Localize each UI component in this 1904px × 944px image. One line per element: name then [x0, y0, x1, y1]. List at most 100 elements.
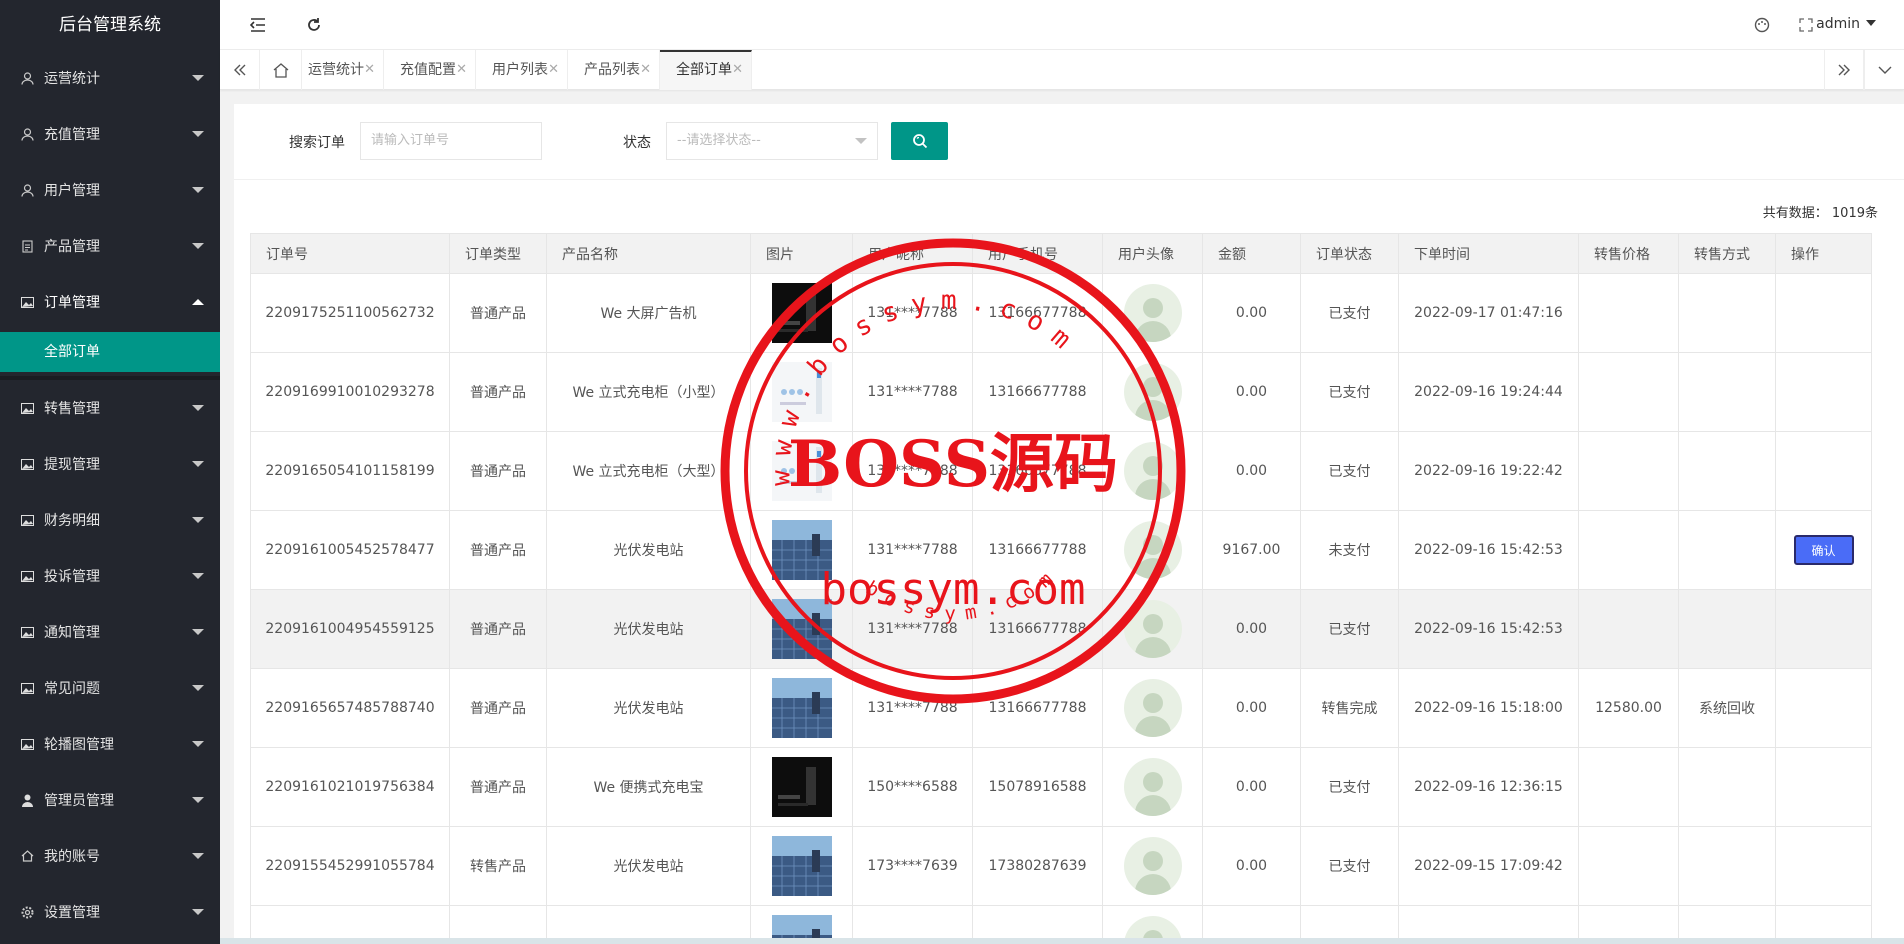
column-header: 金额 — [1202, 233, 1301, 274]
tab-1[interactable]: 充值配置 ✕ — [384, 50, 476, 90]
order-status-cell: 已支付 — [1300, 352, 1399, 432]
resale-price-cell — [1578, 747, 1679, 827]
sidebar-item-3[interactable]: 产品管理 — [0, 218, 220, 274]
user-phone-cell: 13166677788 — [972, 431, 1103, 511]
tab-4[interactable]: 全部订单 ✕ — [660, 50, 752, 90]
order-time-cell: 2022-09-15 17:09:42 — [1398, 826, 1579, 906]
chevron-down-icon — [192, 909, 204, 915]
close-icon[interactable]: ✕ — [456, 50, 467, 90]
column-header: 订单状态 — [1300, 233, 1399, 274]
order-status-cell: 未支付 — [1300, 510, 1399, 590]
sidebar-item-14[interactable]: 设置管理 — [0, 884, 220, 940]
order-id-cell: 2209169910010293278 — [250, 352, 450, 432]
person-icon — [20, 793, 34, 807]
sidebar-item-7[interactable]: 财务明细 — [0, 492, 220, 548]
theme-icon[interactable] — [1752, 15, 1772, 35]
row-action-cell — [1775, 747, 1872, 827]
sidebar-item-label: 充值管理 — [44, 127, 100, 143]
sidebar-item-11[interactable]: 轮播图管理 — [0, 716, 220, 772]
order-status-cell: 转售完成 — [1300, 668, 1399, 748]
product-name-cell: We 立式充电柜（大型） — [546, 431, 751, 511]
sidebar-item-13[interactable]: 我的账号 — [0, 828, 220, 884]
close-icon[interactable]: ✕ — [548, 50, 559, 90]
row-action-cell — [1775, 352, 1872, 432]
order-search-input[interactable]: 请输入订单号 — [360, 122, 542, 160]
table-row[interactable]: 2209161004954559125 普通产品 光伏发电站 131****7788 1… — [250, 589, 1872, 669]
sidebar-item-6[interactable]: 提现管理 — [0, 436, 220, 492]
table-row[interactable]: 2209161005452578477 普通产品 光伏发电站 131****7788 1… — [250, 510, 1872, 590]
tab-0[interactable]: 运营统计 ✕ — [292, 50, 384, 90]
total-count: 共有数据： 1019条 — [1762, 206, 1878, 221]
close-icon[interactable]: ✕ — [732, 52, 743, 88]
sidebar-item-label: 财务明细 — [44, 513, 100, 529]
chevron-down-icon — [192, 461, 204, 467]
sidebar-item-12[interactable]: 管理员管理 — [0, 772, 220, 828]
image-icon — [20, 513, 34, 527]
chevron-down-icon — [192, 797, 204, 803]
sidebar-item-0[interactable]: 运营统计 — [0, 50, 220, 106]
product-image-cell — [750, 273, 853, 353]
table-row[interactable]: 2209165054101158199 普通产品 We 立式充电柜（大型） 131**… — [250, 431, 1872, 511]
search-button[interactable] — [891, 122, 948, 160]
order-type-cell: 普通产品 — [449, 273, 547, 353]
user-menu[interactable]: admin — [1816, 16, 1876, 32]
tabs-scroll-left-icon[interactable] — [220, 50, 260, 90]
table-row[interactable]: 2209165657485788740 普通产品 光伏发电站 131****7788 1… — [250, 668, 1872, 748]
sidebar-item-label: 投诉管理 — [44, 569, 100, 585]
gear-icon — [20, 905, 34, 919]
sidebar-item-10[interactable]: 常见问题 — [0, 660, 220, 716]
resale-method-cell — [1678, 510, 1776, 590]
status-select[interactable]: --请选择状态-- — [666, 122, 878, 160]
row-action-cell — [1775, 431, 1872, 511]
product-thumbnail — [771, 520, 832, 580]
table-row[interactable]: 2209175251100562732 普通产品 We 大屏广告机 131****77… — [250, 273, 1872, 353]
order-id-cell: 2209161005452578477 — [250, 510, 450, 590]
tab-2[interactable]: 用户列表 ✕ — [476, 50, 568, 90]
tab-label: 充值配置 — [400, 62, 456, 78]
tabs-scroll-right-icon[interactable] — [1824, 50, 1864, 90]
column-header: 订单号 — [250, 233, 450, 274]
order-status-cell: 已支付 — [1300, 589, 1399, 669]
chevron-down-icon — [192, 75, 204, 81]
column-header: 下单时间 — [1398, 233, 1579, 274]
user-avatar-cell — [1102, 352, 1203, 432]
sidebar-item-9[interactable]: 通知管理 — [0, 604, 220, 660]
sidebar-subitem-all-orders[interactable]: 全部订单 — [0, 332, 220, 372]
sidebar-item-label: 常见问题 — [44, 681, 100, 697]
table-row[interactable]: 2209161021019756384 普通产品 We 便携式充电宝 150****6… — [250, 747, 1872, 827]
user-nickname-cell: 131****7788 — [852, 352, 973, 432]
column-header: 订单类型 — [449, 233, 547, 274]
sidebar-item-8[interactable]: 投诉管理 — [0, 548, 220, 604]
collapse-menu-icon[interactable] — [248, 15, 268, 35]
resale-price-cell — [1578, 510, 1679, 590]
user-avatar-cell — [1102, 589, 1203, 669]
table-row[interactable]: 2209169910010293278 普通产品 We 立式充电柜（小型） 131**… — [250, 352, 1872, 432]
product-name-cell: 光伏发电站 — [546, 668, 751, 748]
sidebar-item-4[interactable]: 订单管理 — [0, 274, 220, 330]
avatar — [1123, 758, 1182, 816]
order-search-label: 搜索订单 — [289, 135, 345, 151]
user-phone-cell: 13166677788 — [972, 510, 1103, 590]
bottom-scrollbar[interactable] — [220, 938, 1904, 944]
sidebar-item-1[interactable]: 充值管理 — [0, 106, 220, 162]
user-avatar-cell — [1102, 826, 1203, 906]
sidebar-item-5[interactable]: 转售管理 — [0, 380, 220, 436]
refresh-icon[interactable] — [304, 15, 324, 35]
product-image-cell — [750, 826, 853, 906]
order-time-cell: 2022-09-16 19:24:44 — [1398, 352, 1579, 432]
order-id-cell: 2209155452991055784 — [250, 826, 450, 906]
tab-3[interactable]: 产品列表 ✕ — [568, 50, 660, 90]
tab-label: 用户列表 — [492, 62, 548, 78]
fullscreen-icon[interactable] — [1796, 15, 1816, 35]
confirm-button[interactable]: 确认 — [1793, 535, 1854, 565]
close-icon[interactable]: ✕ — [640, 50, 651, 90]
order-type-cell: 转售产品 — [449, 826, 547, 906]
table-row[interactable]: 2209155452991055784 转售产品 光伏发电站 173****7639 1… — [250, 826, 1872, 906]
close-icon[interactable]: ✕ — [364, 50, 375, 90]
table-header-row: 订单号 订单类型 产品名称 图片 用户昵称 用户手机号 用户头像 金额 订单状态 下单时间 转售价格… — [250, 233, 1872, 274]
tabs-menu-chevron-icon[interactable] — [1864, 50, 1904, 90]
sidebar-item-2[interactable]: 用户管理 — [0, 162, 220, 218]
amount-cell: 0.00 — [1202, 589, 1301, 669]
column-header: 转售价格 — [1578, 233, 1679, 274]
user-icon — [20, 127, 34, 141]
